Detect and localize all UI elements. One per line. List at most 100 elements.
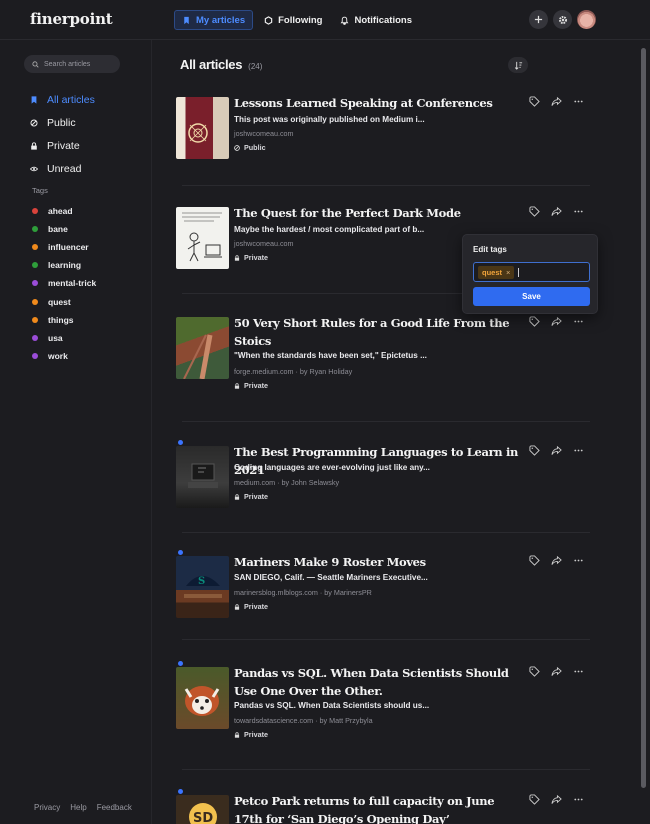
sort-button[interactable] <box>508 57 528 73</box>
tag-item-ahead[interactable]: ahead <box>32 202 96 220</box>
tag-button[interactable] <box>528 793 541 806</box>
source-domain: forge.medium.com <box>234 367 294 376</box>
tag-color-dot <box>32 208 38 215</box>
sidebar-item-all-articles[interactable]: All articles <box>30 88 95 111</box>
nav-label: My articles <box>196 14 246 26</box>
scrollbar-thumb[interactable] <box>641 48 646 788</box>
article-thumbnail[interactable] <box>176 207 229 269</box>
tag-item-influencer[interactable]: influencer <box>32 238 96 256</box>
tag-input[interactable]: quest × <box>473 262 590 282</box>
sidebar-item-public[interactable]: Public <box>30 111 95 134</box>
article-thumbnail[interactable]: S <box>176 556 229 618</box>
more-button[interactable] <box>572 205 585 218</box>
sidebar-item-label: All articles <box>47 93 95 106</box>
save-button[interactable]: Save <box>473 287 590 306</box>
settings-button[interactable] <box>553 10 572 29</box>
share-button[interactable] <box>550 95 563 108</box>
tag-button[interactable] <box>528 315 541 328</box>
visibility-label: Private <box>244 253 268 262</box>
globe-icon <box>234 144 240 151</box>
tag-icon <box>529 666 540 677</box>
article-title[interactable]: 50 Very Short Rules for a Good Life From… <box>234 315 524 350</box>
share-button[interactable] <box>550 205 563 218</box>
more-button[interactable] <box>572 554 585 567</box>
more-icon <box>574 210 583 213</box>
add-article-button[interactable] <box>529 10 548 29</box>
search-input[interactable]: Search articles <box>24 55 120 73</box>
sidebar-item-private[interactable]: Private <box>30 134 95 157</box>
remove-tag-icon[interactable]: × <box>506 268 510 277</box>
tag-chip[interactable]: quest × <box>478 265 515 279</box>
tag-button[interactable] <box>528 205 541 218</box>
article-title[interactable]: The Best Programming Languages to Learn … <box>234 444 524 479</box>
article-thumbnail[interactable] <box>176 667 229 729</box>
following-icon <box>264 15 273 25</box>
tag-label: usa <box>48 332 63 343</box>
user-avatar[interactable] <box>577 10 596 29</box>
visibility-label: Private <box>244 492 268 501</box>
tag-button[interactable] <box>528 554 541 567</box>
help-link[interactable]: Help <box>70 803 86 812</box>
bell-icon <box>341 16 349 25</box>
more-icon <box>574 100 583 103</box>
visibility-label: Private <box>244 381 268 390</box>
privacy-link[interactable]: Privacy <box>34 803 60 812</box>
tag-item-quest[interactable]: quest <box>32 292 96 310</box>
share-icon <box>551 445 562 455</box>
visibility-label: Private <box>244 730 268 739</box>
article-title[interactable]: Pandas vs SQL. When Data Scientists Shou… <box>234 665 524 700</box>
divider <box>182 639 590 640</box>
more-button[interactable] <box>572 95 585 108</box>
nav-my-articles[interactable]: My articles <box>174 10 254 30</box>
article-excerpt: Maybe the hardest / most complicated par… <box>234 225 425 234</box>
share-button[interactable] <box>550 554 563 567</box>
tag-color-dot <box>32 316 38 323</box>
article-source: joshwcomeau.com <box>234 129 294 138</box>
article-thumbnail[interactable] <box>176 97 229 159</box>
tag-item-things[interactable]: things <box>32 311 96 329</box>
nav-following[interactable]: Following <box>257 10 329 30</box>
article-title[interactable]: Mariners Make 9 Roster Moves <box>234 554 524 572</box>
more-button[interactable] <box>572 444 585 457</box>
feedback-link[interactable]: Feedback <box>97 803 132 812</box>
more-button[interactable] <box>572 793 585 806</box>
article-actions <box>528 444 585 457</box>
tag-color-dot <box>32 244 38 251</box>
more-button[interactable] <box>572 665 585 678</box>
article-title[interactable]: Petco Park returns to full capacity on J… <box>234 793 524 824</box>
tags-heading: Tags <box>32 186 48 195</box>
share-icon <box>551 316 562 326</box>
tag-item-work[interactable]: work <box>32 347 96 365</box>
unread-indicator <box>178 661 183 666</box>
unread-indicator <box>178 440 183 445</box>
top-right-actions <box>529 10 596 29</box>
share-button[interactable] <box>550 793 563 806</box>
tag-item-usa[interactable]: usa <box>32 329 96 347</box>
tag-button[interactable] <box>528 444 541 457</box>
nav-notifications[interactable]: Notifications <box>333 10 419 30</box>
article-title[interactable]: The Quest for the Perfect Dark Mode <box>234 205 524 223</box>
article-thumbnail[interactable]: SD <box>176 795 229 824</box>
share-button[interactable] <box>550 315 563 328</box>
article-title[interactable]: Lessons Learned Speaking at Conferences <box>234 95 524 113</box>
share-button[interactable] <box>550 665 563 678</box>
tag-item-bane[interactable]: bane <box>32 220 96 238</box>
tag-button[interactable] <box>528 665 541 678</box>
article-thumbnail[interactable] <box>176 317 229 379</box>
sidebar: Search articles All articles Public Priv… <box>0 40 152 824</box>
article-excerpt: Coding languages are ever-evolving just … <box>234 463 430 472</box>
nav-label: Following <box>278 14 323 26</box>
tag-icon <box>529 794 540 805</box>
article-source: towardsdatascience.com · by Matt Przybyl… <box>234 716 373 725</box>
tag-label: mental-trick <box>48 278 97 289</box>
share-icon <box>551 555 562 565</box>
scrollbar[interactable] <box>641 40 646 824</box>
more-button[interactable] <box>572 315 585 328</box>
tag-item-mental-trick[interactable]: mental-trick <box>32 274 96 292</box>
tag-button[interactable] <box>528 95 541 108</box>
tag-item-learning[interactable]: learning <box>32 256 96 274</box>
share-button[interactable] <box>550 444 563 457</box>
sidebar-item-unread[interactable]: Unread <box>30 157 95 180</box>
app-logo[interactable]: finerpoint <box>30 10 113 28</box>
article-thumbnail[interactable] <box>176 446 229 508</box>
